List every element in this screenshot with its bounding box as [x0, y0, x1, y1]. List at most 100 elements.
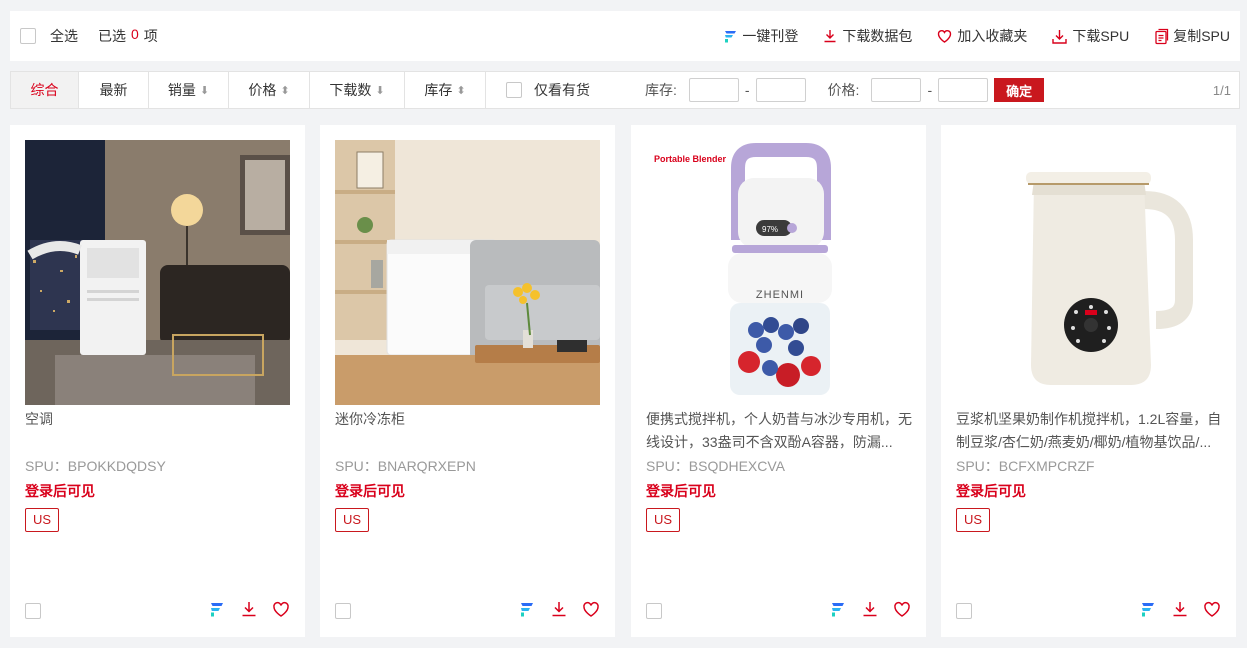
product-select-checkbox[interactable] [956, 603, 972, 619]
download-package-label: 下载数据包 [842, 28, 913, 44]
product-select-checkbox[interactable] [646, 603, 662, 619]
in-stock-label: 仅看有货 [534, 82, 590, 98]
tab-label: 下载数 [329, 82, 372, 98]
price-login-tip[interactable]: 登录后可见 [956, 481, 1026, 501]
one-click-publish-label: 一键刊登 [742, 28, 799, 44]
card-actions [518, 600, 600, 618]
download-icon[interactable] [550, 600, 568, 618]
download-spu-icon [1052, 29, 1068, 44]
copy-spu-label: 复制SPU [1173, 28, 1230, 44]
download-package-button[interactable]: 下载数据包 [822, 26, 912, 46]
tab-newest[interactable]: 最新 [79, 72, 149, 108]
page-indicator: 1/1 [1212, 82, 1231, 98]
region-tag: US [956, 508, 991, 532]
copy-icon [1155, 28, 1169, 44]
sort-updown-icon: ⬍ [456, 84, 466, 97]
tab-price[interactable]: 价格 ⬍ [229, 72, 310, 108]
range-dash: - [744, 82, 750, 98]
bulk-action-bar: 全选 已选 0 项 一键刊登 下载数据包 加入收藏夹 下载SPU 复制SPU [10, 11, 1240, 61]
selected-info: 已选 0 项 [98, 26, 158, 46]
tab-stock[interactable]: 库存 ⬍ [405, 72, 486, 108]
add-to-favorites-button[interactable]: 加入收藏夹 [936, 26, 1027, 46]
copy-spu-button[interactable]: 复制SPU [1153, 26, 1230, 46]
product-spu: SPU：BPOKKDQDSY [25, 458, 166, 474]
price-range: 价格: - 确定 [828, 78, 1045, 102]
product-card[interactable]: 豆浆机坚果奶制作机搅拌机，1.2L容量，自制豆浆/杏仁奶/燕麦奶/椰奶/植物基饮… [941, 125, 1236, 637]
select-all-label[interactable]: 全选 [50, 26, 78, 46]
price-login-tip[interactable]: 登录后可见 [335, 481, 405, 501]
product-title[interactable]: 空调 [25, 408, 293, 454]
in-stock-checkbox[interactable] [506, 82, 522, 98]
brand-label: ZHENMI [756, 289, 804, 301]
publish-icon[interactable] [829, 600, 847, 618]
selected-count: 0 [131, 26, 139, 42]
product-select-checkbox[interactable] [25, 603, 41, 619]
product-card[interactable]: 空调 SPU：BPOKKDQDSY 登录后可见 US [10, 125, 305, 637]
download-icon[interactable] [240, 600, 258, 618]
product-image[interactable] [335, 140, 600, 405]
heart-icon[interactable] [272, 600, 290, 618]
tab-downloads[interactable]: 下载数 ⬇ [310, 72, 405, 108]
air-conditioner-image [25, 140, 290, 405]
tab-comprehensive[interactable]: 综合 [11, 72, 79, 108]
region-tag: US [646, 508, 681, 532]
heart-icon[interactable] [582, 600, 600, 618]
product-image[interactable] [25, 140, 290, 405]
download-spu-button[interactable]: 下载SPU [1051, 26, 1129, 46]
publish-icon [725, 31, 737, 43]
download-icon[interactable] [1171, 600, 1189, 618]
heart-icon[interactable] [1203, 600, 1221, 618]
region-tag: US [25, 508, 60, 532]
product-card[interactable]: Portable Blender 97% ZHENMI 便携式搅拌机，个人奶昔与… [631, 125, 926, 637]
add-to-favorites-label: 加入收藏夹 [957, 28, 1028, 44]
publish-icon[interactable] [518, 600, 536, 618]
sort-down-icon: ⬇ [199, 84, 210, 97]
product-card[interactable]: 迷你冷冻柜 SPU：BNARQRXEPN 登录后可见 US [320, 125, 615, 637]
download-icon[interactable] [861, 600, 879, 618]
price-login-tip[interactable]: 登录后可见 [25, 481, 95, 501]
product-title[interactable]: 豆浆机坚果奶制作机搅拌机，1.2L容量，自制豆浆/杏仁奶/燕麦奶/椰奶/植物基饮… [956, 408, 1224, 454]
card-actions [829, 600, 911, 618]
product-image[interactable] [956, 140, 1221, 405]
heart-icon[interactable] [893, 600, 911, 618]
product-title[interactable]: 迷你冷冻柜 [335, 408, 603, 454]
stock-min-input[interactable] [688, 78, 739, 102]
in-stock-filter[interactable]: 仅看有货 [506, 80, 590, 100]
blender-display: 97% [762, 225, 778, 234]
price-min-input[interactable] [871, 78, 922, 102]
product-grid: 空调 SPU：BPOKKDQDSY 登录后可见 US 迷你冷冻柜 SPU：BNA… [10, 125, 1240, 637]
heart-icon [938, 30, 952, 43]
sort-updown-icon: ⬍ [280, 84, 290, 97]
mini-freezer-image [335, 140, 600, 405]
one-click-publish-button[interactable]: 一键刊登 [722, 26, 798, 46]
selected-prefix: 已选 [98, 28, 126, 44]
sort-down-icon: ⬇ [375, 84, 385, 97]
product-image[interactable]: Portable Blender 97% ZHENMI [646, 140, 911, 405]
card-actions [208, 600, 290, 618]
tab-label: 库存 [424, 82, 453, 98]
price-login-tip[interactable]: 登录后可见 [646, 481, 716, 501]
product-title[interactable]: 便携式搅拌机，个人奶昔与冰沙专用机，无线设计，33盎司不含双酚A容器，防漏... [646, 408, 914, 454]
product-spu: SPU：BNARQRXEPN [335, 458, 476, 474]
soy-milk-maker-image [956, 140, 1221, 405]
top-actions: 一键刊登 下载数据包 加入收藏夹 下载SPU 复制SPU [722, 26, 1230, 46]
price-max-input[interactable] [938, 78, 989, 102]
selected-suffix: 项 [143, 28, 158, 44]
stock-max-input[interactable] [755, 78, 806, 102]
product-select-checkbox[interactable] [335, 603, 351, 619]
publish-icon[interactable] [208, 600, 226, 618]
stock-range-label: 库存: [645, 82, 677, 98]
confirm-filter-button[interactable]: 确定 [994, 78, 1045, 102]
card-actions [1139, 600, 1221, 618]
filter-bar: 综合 最新 销量 ⬇ 价格 ⬍ 下载数 ⬇ 库存 ⬍ 仅看有货 库存: - 价格… [10, 71, 1240, 109]
tab-sales[interactable]: 销量 ⬇ [149, 72, 229, 108]
range-dash: - [927, 82, 933, 98]
stock-range: 库存: - [645, 78, 806, 102]
tab-label: 最新 [99, 82, 128, 98]
product-spu: SPU：BCFXMPCRZF [956, 458, 1095, 474]
portable-blender-image: Portable Blender 97% ZHENMI [646, 140, 911, 405]
tab-label: 销量 [167, 82, 196, 98]
publish-icon[interactable] [1139, 600, 1157, 618]
select-all-checkbox[interactable] [20, 28, 36, 44]
region-tag: US [335, 508, 370, 532]
